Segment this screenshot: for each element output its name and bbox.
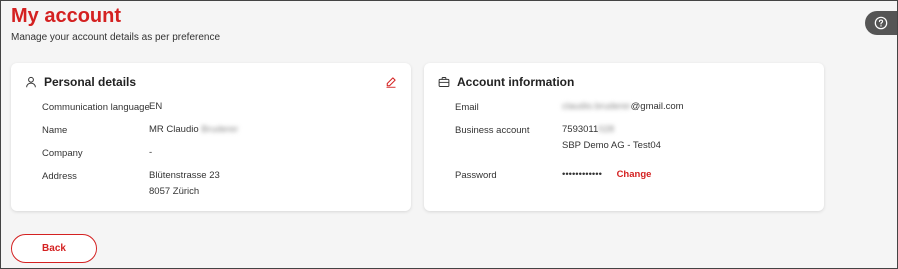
account-information-header: Account information: [438, 75, 574, 89]
name-value: MR Claudio Bruderer: [149, 122, 238, 138]
name-redacted: Bruderer: [201, 124, 239, 135]
back-button[interactable]: Back: [11, 234, 97, 263]
business-account-number: 7593011: [562, 124, 599, 135]
pencil-edit-icon[interactable]: [385, 76, 397, 88]
account-information-card: Account information Email claudio.bruder…: [424, 63, 824, 211]
password-mask: ••••••••••••: [562, 169, 602, 180]
account-information-title: Account information: [457, 75, 575, 89]
business-account-name: SBP Demo AG - Test04: [562, 140, 661, 151]
company-label: Company: [42, 148, 83, 159]
email-value: claudio.bruderer@gmail.com: [562, 99, 684, 115]
personal-details-title: Personal details: [44, 75, 137, 89]
password-label: Password: [455, 170, 497, 181]
communication-language-label: Communication language: [42, 102, 150, 113]
name-label: Name: [42, 125, 68, 136]
business-account-value: 7593011028 SBP Demo AG - Test04: [562, 122, 661, 154]
email-redacted: claudio.bruderer: [562, 101, 631, 112]
address-line2: 8057 Zürich: [149, 186, 200, 197]
change-password-link[interactable]: Change: [617, 169, 652, 180]
page-title: My account: [11, 5, 122, 27]
personal-details-card: Personal details Communication language …: [11, 63, 411, 211]
name-visible: MR Claudio: [149, 124, 199, 135]
password-value: •••••••••••• Change: [562, 167, 651, 183]
person-icon: [26, 76, 36, 88]
business-account-number-redacted: 028: [598, 124, 615, 135]
communication-language-value: EN: [149, 101, 163, 112]
address-value: Blütenstrasse 23 8057 Zürich: [149, 168, 220, 200]
business-account-label: Business account: [455, 125, 530, 136]
company-value: -: [149, 147, 153, 158]
help-button[interactable]: [865, 11, 897, 35]
email-domain: @gmail.com: [630, 101, 684, 112]
address-label: Address: [42, 171, 77, 182]
address-line1: Blütenstrasse 23: [149, 170, 220, 181]
briefcase-icon: [438, 77, 450, 87]
question-circle-icon: [874, 16, 888, 30]
personal-details-header: Personal details: [25, 75, 136, 89]
page-subtitle: Manage your account details as per prefe…: [11, 32, 221, 43]
email-label: Email: [455, 102, 479, 113]
